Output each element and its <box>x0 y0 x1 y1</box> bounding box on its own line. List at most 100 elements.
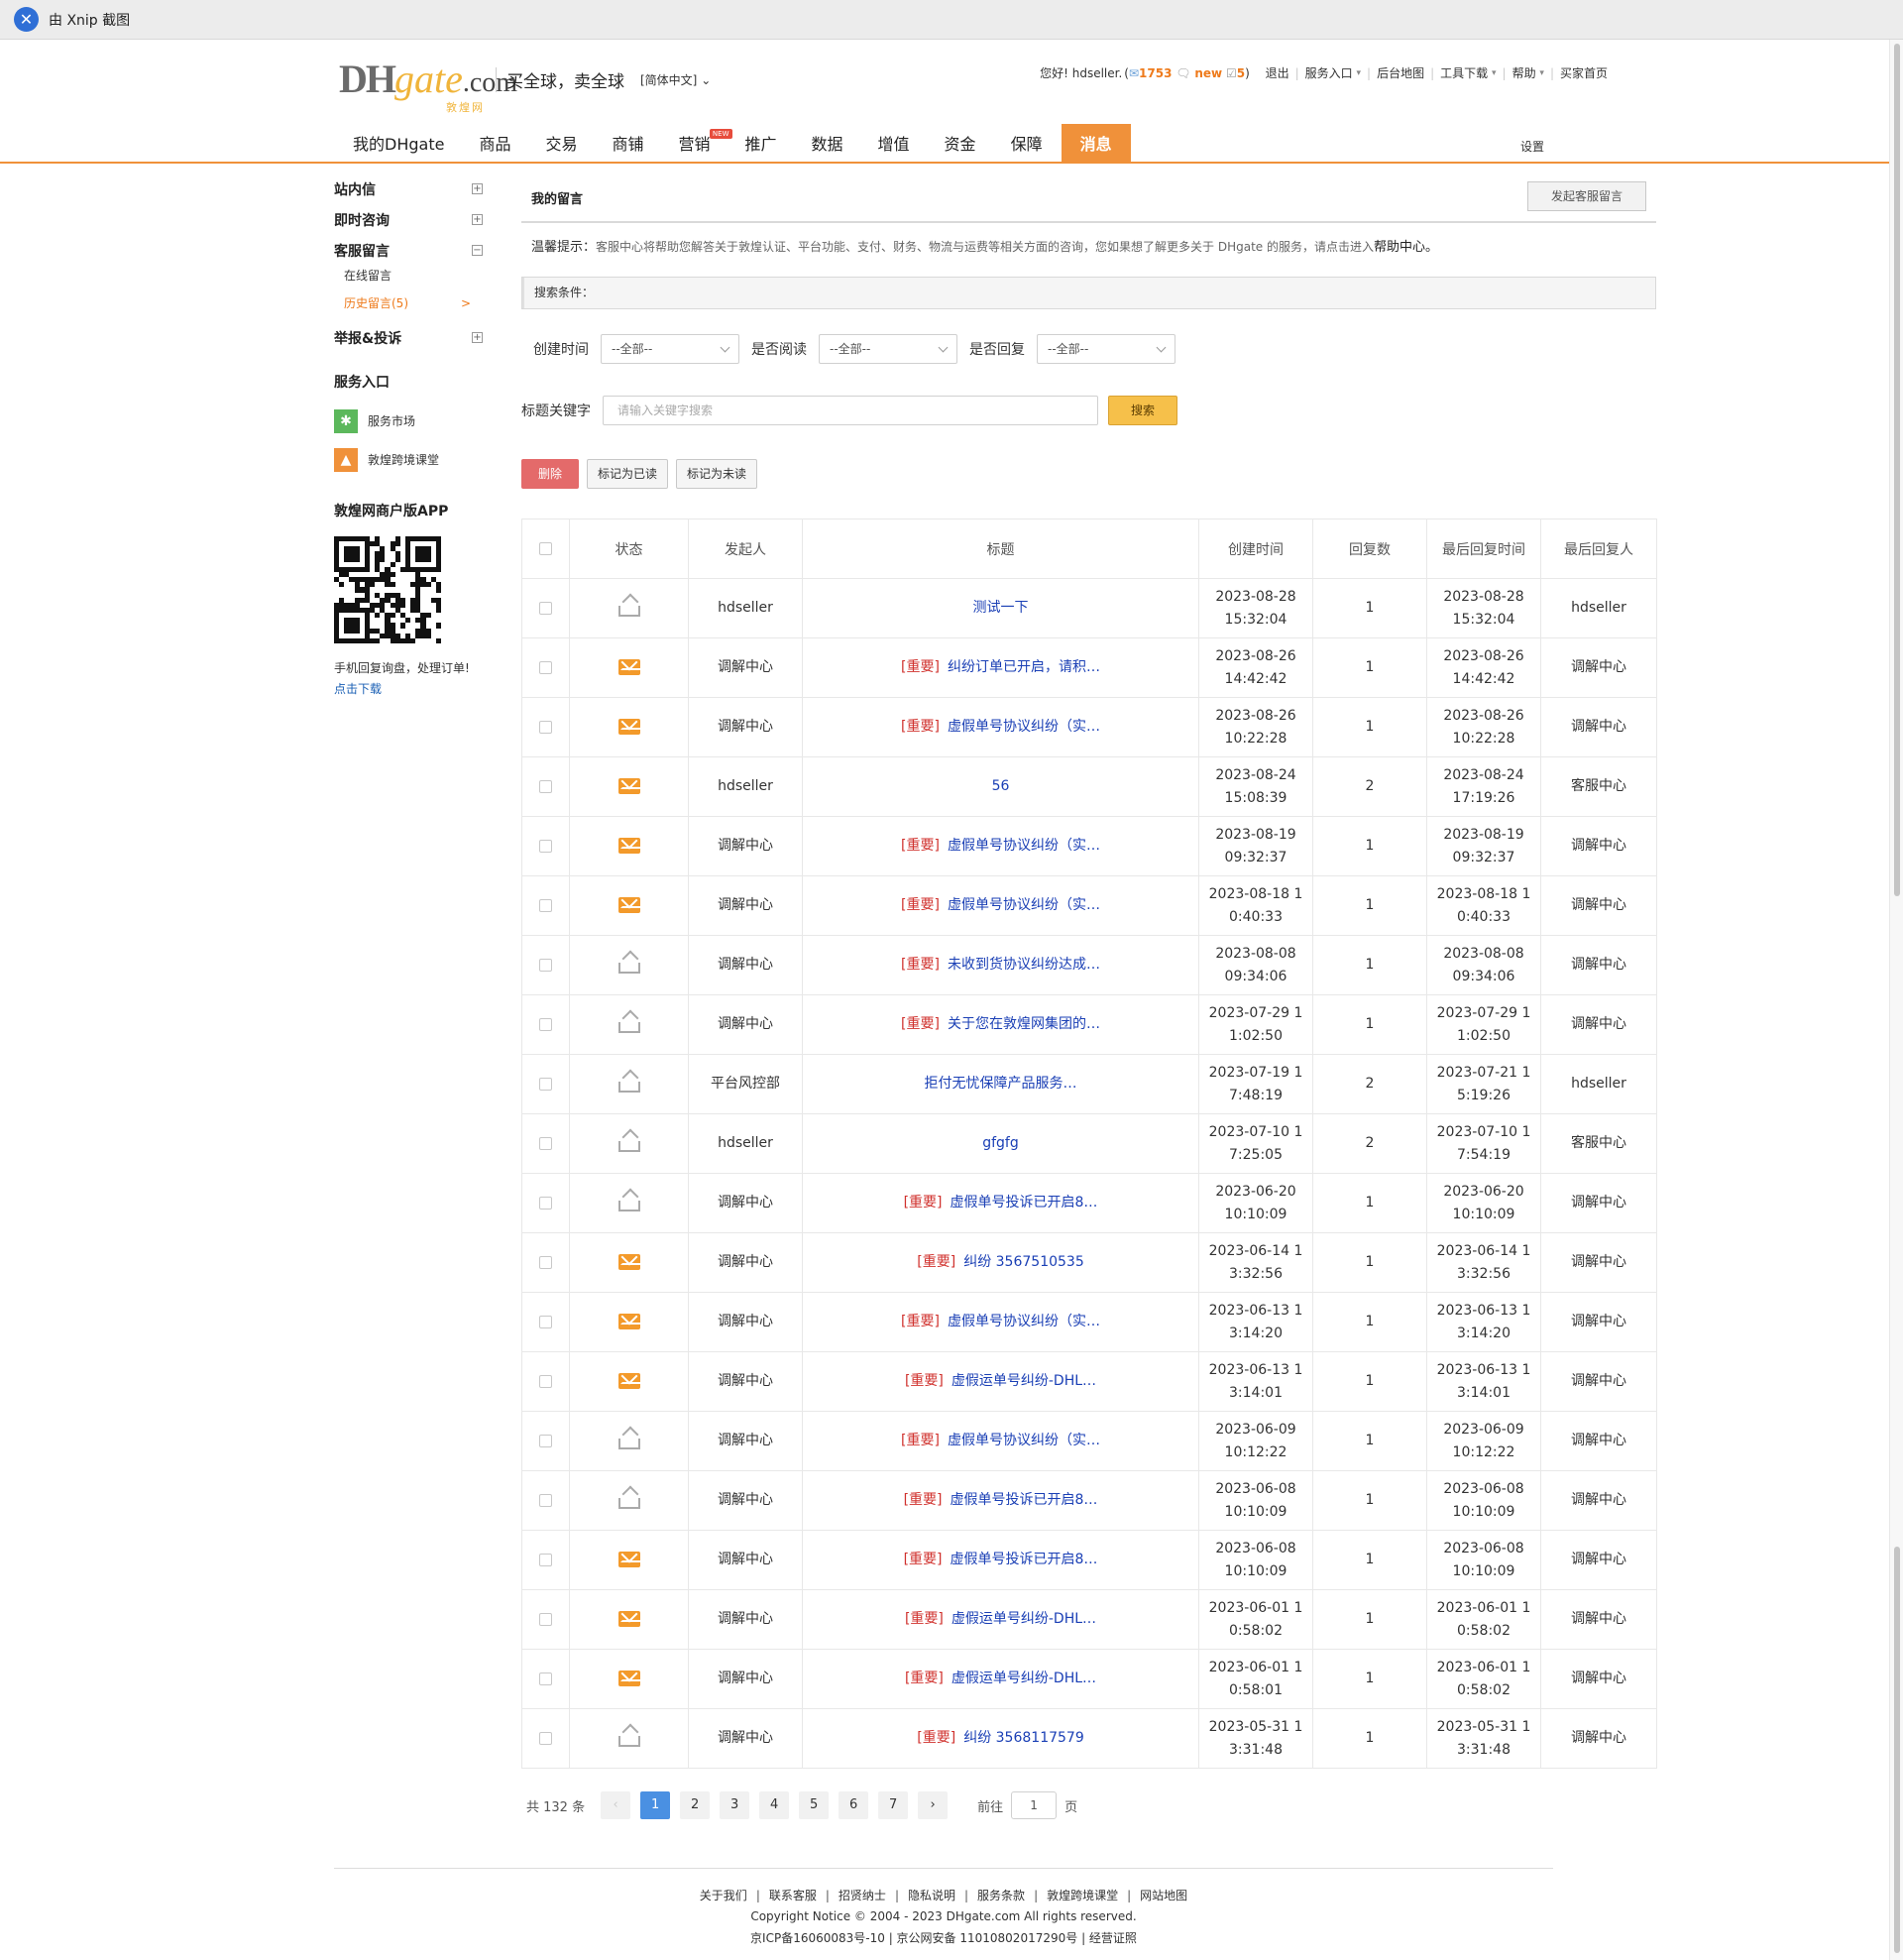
message-title-link[interactable]: 虚假单号协议纠纷（实… <box>948 719 1100 735</box>
table-row[interactable]: 调解中心 [重要] 虚假单号协议纠纷（实… 2023-06-09 10:12:22 1 20… <box>521 1411 1657 1471</box>
row-select-cell[interactable] <box>521 935 570 995</box>
title-cell[interactable]: [重要] 虚假运单号纠纷-DHL… <box>802 1589 1199 1650</box>
buyer-home-link[interactable]: 买家首页 <box>1560 64 1608 81</box>
table-row[interactable]: 调解中心 [重要] 虚假单号协议纠纷（实… 2023-08-18 1 0:40:33 1 2… <box>521 875 1657 936</box>
title-cell[interactable]: [重要] 关于您在敦煌网集团的… <box>802 994 1199 1055</box>
tools-download-menu[interactable]: 工具下载 <box>1440 64 1488 81</box>
title-cell[interactable]: [重要] 虚假单号协议纠纷（实… <box>802 816 1199 876</box>
message-title-link[interactable]: 虚假单号投诉已开启8… <box>951 1492 1098 1508</box>
title-cell[interactable]: [重要] 虚假单号投诉已开启8… <box>802 1173 1199 1233</box>
nav-protection[interactable]: 保障 <box>995 124 1059 162</box>
row-checkbox[interactable] <box>539 660 552 674</box>
title-cell[interactable]: [重要] 纠纷 3568117579 <box>802 1708 1199 1769</box>
sidebar-item-history-msg[interactable]: 历史留言(5) > <box>334 293 483 327</box>
page-6[interactable]: 6 <box>839 1791 869 1819</box>
table-row[interactable]: 调解中心 [重要] 虚假运单号纠纷-DHL… 2023-06-13 1 3:14:01 1… <box>521 1351 1657 1412</box>
row-checkbox[interactable] <box>539 1731 552 1745</box>
row-select-cell[interactable] <box>521 1589 570 1650</box>
settings-link[interactable]: 设置 <box>1520 138 1544 155</box>
new-service-message-button[interactable]: 发起客服留言 <box>1527 181 1646 211</box>
table-row[interactable]: 调解中心 [重要] 虚假运单号纠纷-DHL… 2023-06-01 1 0:58:02 1… <box>521 1589 1657 1650</box>
page-7[interactable]: 7 <box>878 1791 909 1819</box>
message-title-link[interactable]: 未收到货协议纠纷达成… <box>948 957 1100 973</box>
prev-page-button[interactable]: ‹ <box>601 1791 631 1819</box>
message-title-link[interactable]: 虚假单号投诉已开启8… <box>951 1195 1098 1211</box>
page-3[interactable]: 3 <box>720 1791 750 1819</box>
footer-link[interactable]: 隐私说明 <box>908 1889 955 1902</box>
message-title-link[interactable]: 虚假运单号纠纷-DHL… <box>952 1373 1096 1389</box>
table-row[interactable]: hdseller gfgfg 2023-07-10 1 7:25:05 2 2023-07… <box>521 1113 1657 1174</box>
delete-button[interactable]: 删除 <box>521 459 580 489</box>
logout-link[interactable]: 退出 <box>1266 64 1289 81</box>
language-selector[interactable]: [简体中文] ⌄ <box>640 71 711 88</box>
title-cell[interactable]: [重要] 虚假单号投诉已开启8… <box>802 1530 1199 1590</box>
footer-link[interactable]: 联系客服 <box>769 1889 817 1902</box>
nav-marketing[interactable]: 营销 NEW <box>662 124 732 162</box>
table-row[interactable]: hdseller 56 2023-08-24 15:08:39 2 2023-08-24 1… <box>521 756 1657 817</box>
title-cell[interactable]: [重要] 未收到货协议纠纷达成… <box>802 935 1199 995</box>
title-cell[interactable]: 56 <box>802 756 1199 817</box>
row-checkbox[interactable] <box>539 1374 552 1388</box>
row-select-cell[interactable] <box>521 1351 570 1412</box>
message-title-link[interactable]: 虚假运单号纠纷-DHL… <box>952 1671 1096 1686</box>
title-cell[interactable]: [重要] 虚假单号协议纠纷（实… <box>802 875 1199 936</box>
msg-count[interactable]: 5 <box>1237 66 1245 80</box>
row-select-cell[interactable] <box>521 637 570 698</box>
row-checkbox[interactable] <box>539 1196 552 1210</box>
table-row[interactable]: 调解中心 [重要] 虚假单号投诉已开启8… 2023-06-20 10:10:09 1 20… <box>521 1173 1657 1233</box>
message-title-link[interactable]: 纠纷 3567510535 <box>963 1254 1084 1270</box>
nav-my-dhgate[interactable]: 我的DHgate <box>337 124 460 162</box>
table-row[interactable]: 调解中心 [重要] 虚假单号协议纠纷（实… 2023-08-19 09:32:37 1 20… <box>521 816 1657 876</box>
keyword-input[interactable] <box>603 396 1098 425</box>
select-all-cell[interactable] <box>521 519 570 579</box>
footer-link[interactable]: 敦煌跨境课堂 <box>1047 1889 1118 1902</box>
row-checkbox[interactable] <box>539 1077 552 1091</box>
row-select-cell[interactable] <box>521 875 570 936</box>
is-replied-select[interactable]: --全部-- <box>1037 334 1175 364</box>
row-select-cell[interactable] <box>521 1470 570 1531</box>
row-select-cell[interactable] <box>521 1292 570 1352</box>
title-cell[interactable]: [重要] 虚假单号投诉已开启8… <box>802 1470 1199 1531</box>
table-row[interactable]: 调解中心 [重要] 虚假单号协议纠纷（实… 2023-06-13 1 3:14:20 1 2… <box>521 1292 1657 1352</box>
expand-icon[interactable]: + <box>472 332 483 343</box>
row-checkbox[interactable] <box>539 958 552 972</box>
service-market-link[interactable]: ✱ 服务市场 <box>334 402 483 440</box>
message-title-link[interactable]: 虚假单号协议纠纷（实… <box>948 897 1100 913</box>
title-cell[interactable]: [重要] 虚假运单号纠纷-DHL… <box>802 1351 1199 1412</box>
new-label[interactable]: new <box>1194 66 1222 80</box>
table-row[interactable]: 调解中心 [重要] 虚假单号协议纠纷（实… 2023-08-26 10:22:28 1 20… <box>521 697 1657 757</box>
title-cell[interactable]: [重要] 虚假单号协议纠纷（实… <box>802 1292 1199 1352</box>
message-title-link[interactable]: 虚假单号协议纠纷（实… <box>948 1433 1100 1448</box>
is-read-select[interactable]: --全部-- <box>819 334 957 364</box>
title-cell[interactable]: [重要] 虚假单号协议纠纷（实… <box>802 697 1199 757</box>
app-download-link[interactable]: 点击下载 <box>334 678 483 700</box>
nav-data[interactable]: 数据 <box>796 124 859 162</box>
message-title-link[interactable]: gfgfg <box>982 1135 1019 1151</box>
row-checkbox[interactable] <box>539 601 552 615</box>
sidebar-group-instant[interactable]: 即时咨询 + <box>334 209 483 240</box>
row-checkbox[interactable] <box>539 1493 552 1507</box>
help-menu[interactable]: 帮助 <box>1512 64 1536 81</box>
dhgate-logo[interactable]: DH gate .com 敦煌网 <box>339 59 517 115</box>
row-select-cell[interactable] <box>521 1708 570 1769</box>
table-row[interactable]: 调解中心 [重要] 虚假单号投诉已开启8… 2023-06-08 10:10:09 1 20… <box>521 1530 1657 1590</box>
message-title-link[interactable]: 虚假运单号纠纷-DHL… <box>952 1611 1096 1627</box>
mail-count[interactable]: 1753 <box>1139 66 1172 80</box>
created-time-select[interactable]: --全部-- <box>601 334 739 364</box>
footer-link[interactable]: 网站地图 <box>1140 1889 1187 1902</box>
search-button[interactable]: 搜索 <box>1108 396 1177 425</box>
nav-funds[interactable]: 资金 <box>929 124 992 162</box>
message-title-link[interactable]: 纠纷 3568117579 <box>963 1730 1084 1746</box>
message-title-link[interactable]: 虚假单号协议纠纷（实… <box>948 838 1100 854</box>
title-cell[interactable]: [重要] 纠纷订单已开启，请积… <box>802 637 1199 698</box>
service-entry-menu[interactable]: 服务入口 <box>1305 64 1353 81</box>
row-checkbox[interactable] <box>539 1612 552 1626</box>
sidebar-group-inbox[interactable]: 站内信 + <box>334 178 483 209</box>
row-select-cell[interactable] <box>521 1649 570 1709</box>
backend-map-link[interactable]: 后台地图 <box>1377 64 1424 81</box>
sidebar-item-online-msg[interactable]: 在线留言 <box>334 266 483 293</box>
footer-link[interactable]: 招贤纳士 <box>839 1889 886 1902</box>
table-row[interactable]: 调解中心 [重要] 纠纷 3567510535 2023-06-14 1 3:32:56… <box>521 1232 1657 1293</box>
message-title-link[interactable]: 关于您在敦煌网集团的… <box>948 1016 1100 1032</box>
nav-store[interactable]: 商铺 <box>596 124 659 162</box>
